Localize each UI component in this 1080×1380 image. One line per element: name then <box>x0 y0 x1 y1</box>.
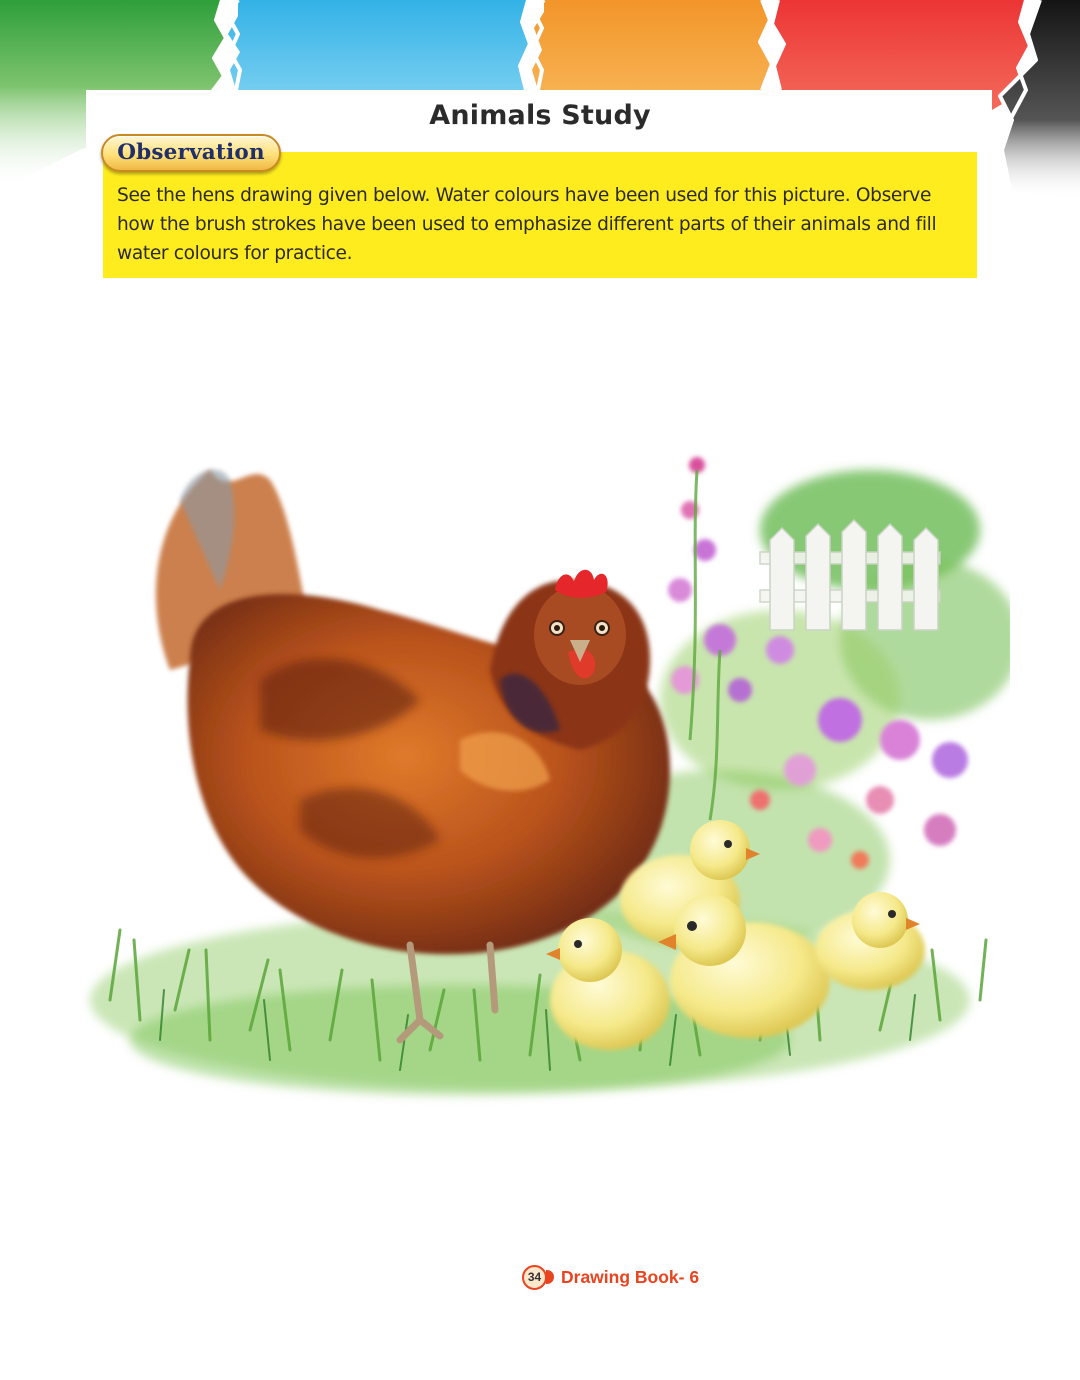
page-title: Animals Study <box>429 100 651 131</box>
blue-paper-strip <box>228 0 530 90</box>
page-footer: 34 Drawing Book- 6 <box>522 1262 699 1292</box>
hen-watercolour-illustration <box>90 457 1010 1095</box>
observation-text: See the hens drawing given below. Water … <box>117 185 937 264</box>
orange-paper-strip <box>532 0 772 90</box>
page-number-badge: 34 <box>522 1264 554 1290</box>
observation-label: Observation <box>101 134 281 172</box>
hen-comb <box>555 569 608 598</box>
book-title: Drawing Book- 6 <box>561 1266 700 1287</box>
